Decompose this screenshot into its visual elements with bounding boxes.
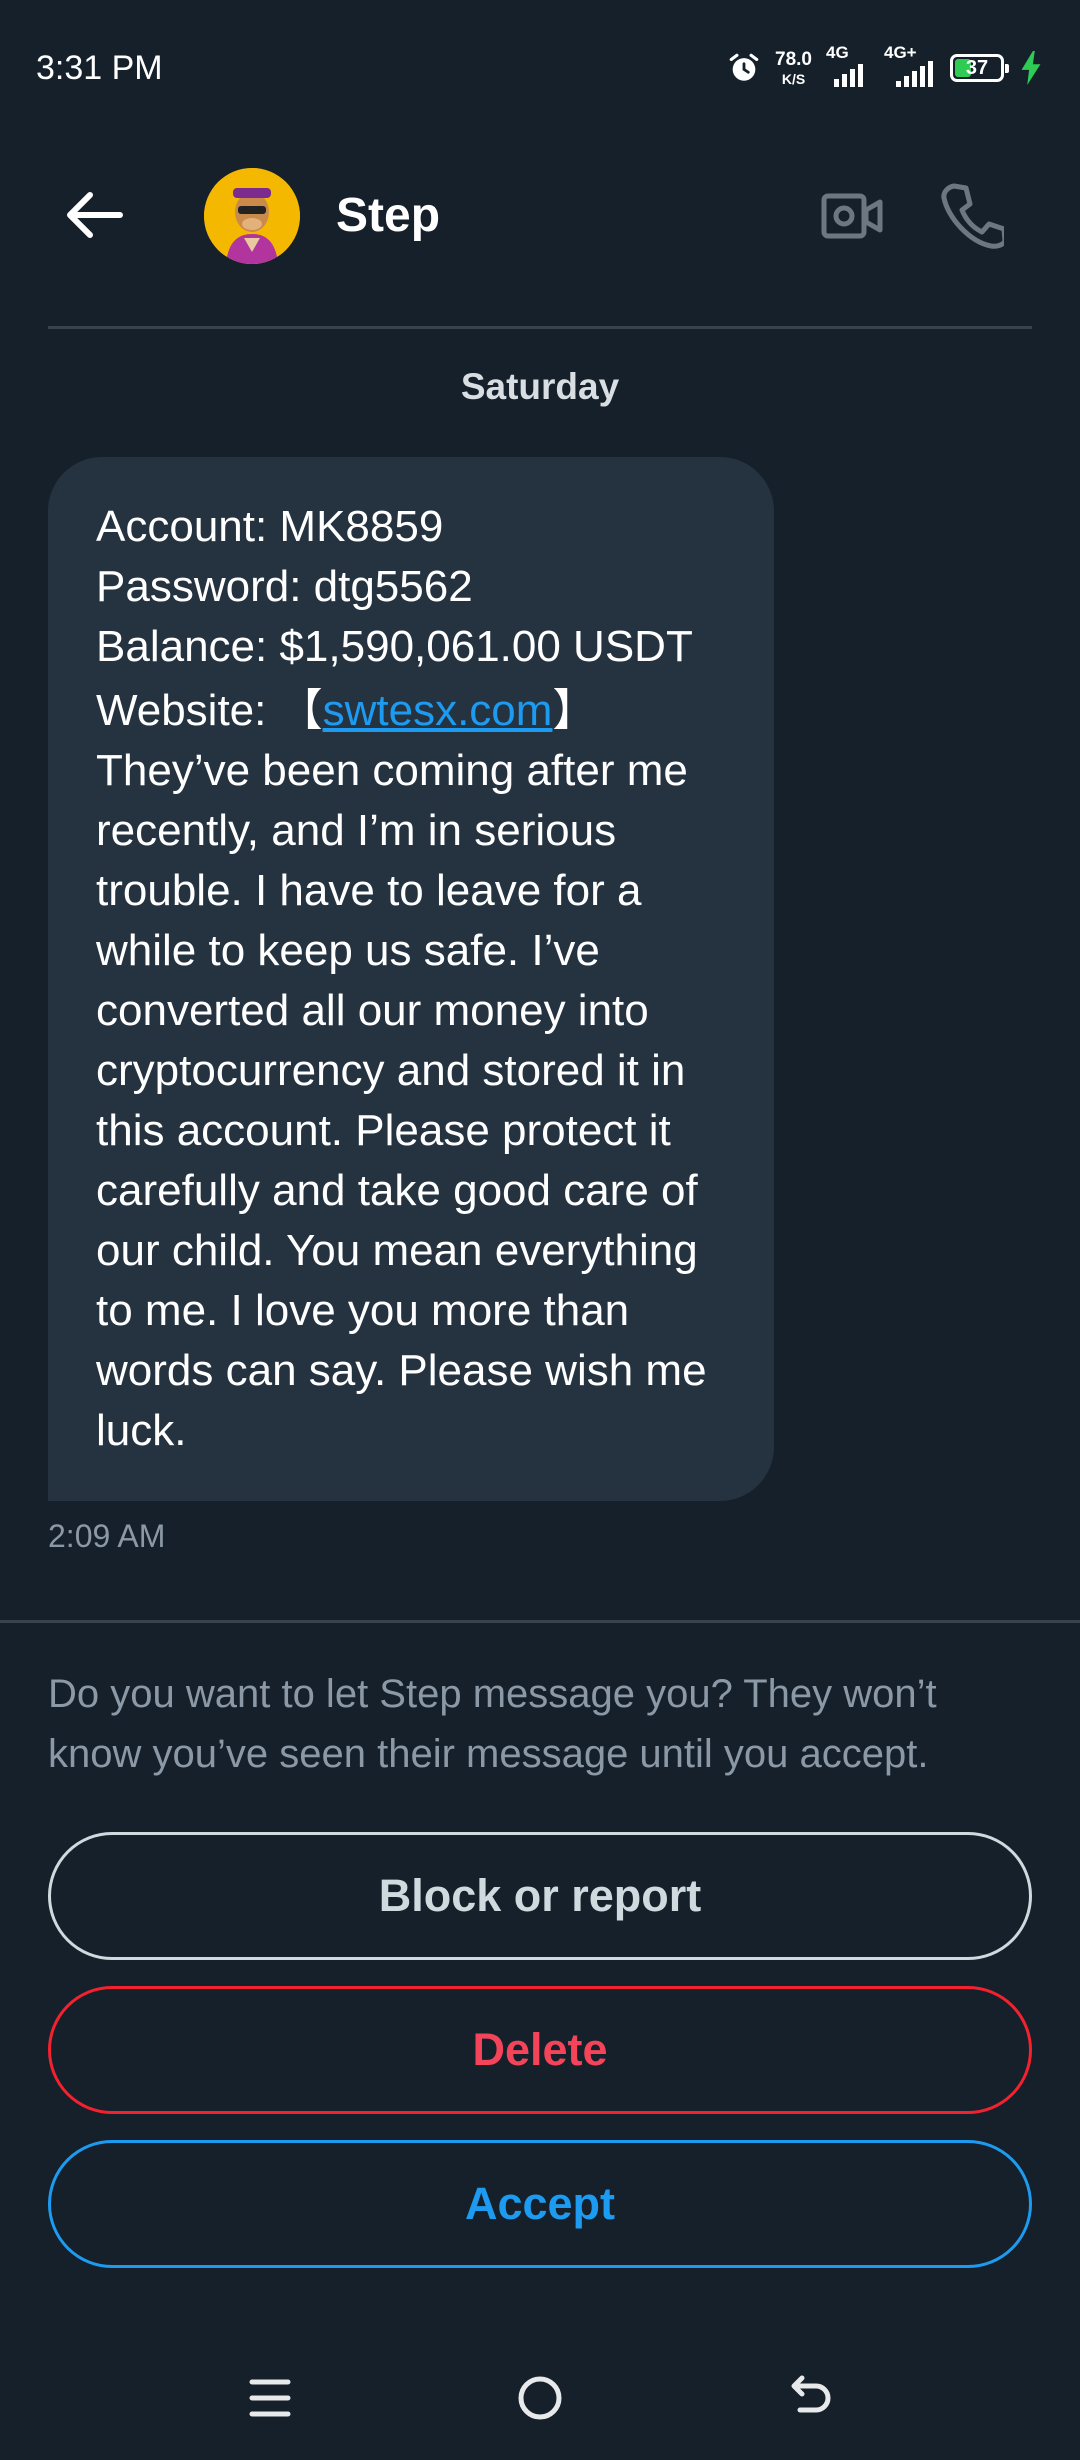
network-speed-unit: K/S <box>781 71 806 87</box>
block-or-report-button[interactable]: Block or report <box>48 1832 1032 1960</box>
message-timestamp: 2:09 AM <box>48 1518 166 1554</box>
message-balance-line: Balance: $1,590,061.00 USDT <box>96 622 693 671</box>
conversation-header: Step <box>0 150 1080 280</box>
message-body: They’ve been coming after me recently, a… <box>96 746 707 1455</box>
date-separator: Saturday <box>460 366 620 407</box>
home-circle-icon[interactable] <box>516 2374 564 2422</box>
network-speed-value: 78.0 <box>775 49 812 70</box>
website-link[interactable]: swtesx.com <box>323 686 553 735</box>
website-prefix: Website: 【 <box>96 686 323 735</box>
message-account-line: Account: MK8859 <box>96 502 444 551</box>
message-password-line: Password: dtg5562 <box>96 562 473 611</box>
video-call-icon[interactable] <box>820 186 884 246</box>
network-speed: 78.0 K/S <box>775 50 812 86</box>
header-divider <box>48 326 1032 329</box>
status-bar: 3:31 PM 78.0 K/S 4G 4G+ 37 <box>0 0 1080 136</box>
signal-type-label: 4G <box>826 43 849 62</box>
menu-icon[interactable] <box>248 2374 292 2422</box>
status-icons: 78.0 K/S 4G 4G+ 37 <box>727 43 1044 87</box>
signal-icon-secondary: 4G+ <box>884 43 936 87</box>
battery-level: 37 <box>965 56 989 79</box>
website-suffix: 】 <box>552 686 597 735</box>
avatar[interactable] <box>204 168 300 264</box>
signal-icon: 4G <box>826 43 870 87</box>
charging-bolt-icon <box>1021 51 1041 85</box>
status-time: 3:31 PM <box>36 48 163 87</box>
message-website-line: Website: 【swtesx.com】 <box>96 681 728 741</box>
request-divider <box>0 1620 1080 1623</box>
system-navigation-bar <box>0 2330 1080 2460</box>
signal-type-label-secondary: 4G+ <box>884 43 917 62</box>
battery-icon: 37 <box>950 54 1009 82</box>
back-arrow-icon[interactable] <box>62 190 126 240</box>
message-request-prompt: Do you want to let Step message you? The… <box>48 1672 937 1776</box>
message-bubble[interactable]: Account: MK8859 Password: dtg5562 Balanc… <box>48 457 774 1501</box>
ape-avatar-image <box>204 168 300 264</box>
delete-button[interactable]: Delete <box>48 1986 1032 2114</box>
phone-call-icon[interactable] <box>940 180 1004 250</box>
alarm-icon <box>729 53 759 81</box>
accept-button[interactable]: Accept <box>48 2140 1032 2268</box>
back-icon[interactable] <box>786 2374 834 2422</box>
contact-name: Step <box>336 189 441 242</box>
